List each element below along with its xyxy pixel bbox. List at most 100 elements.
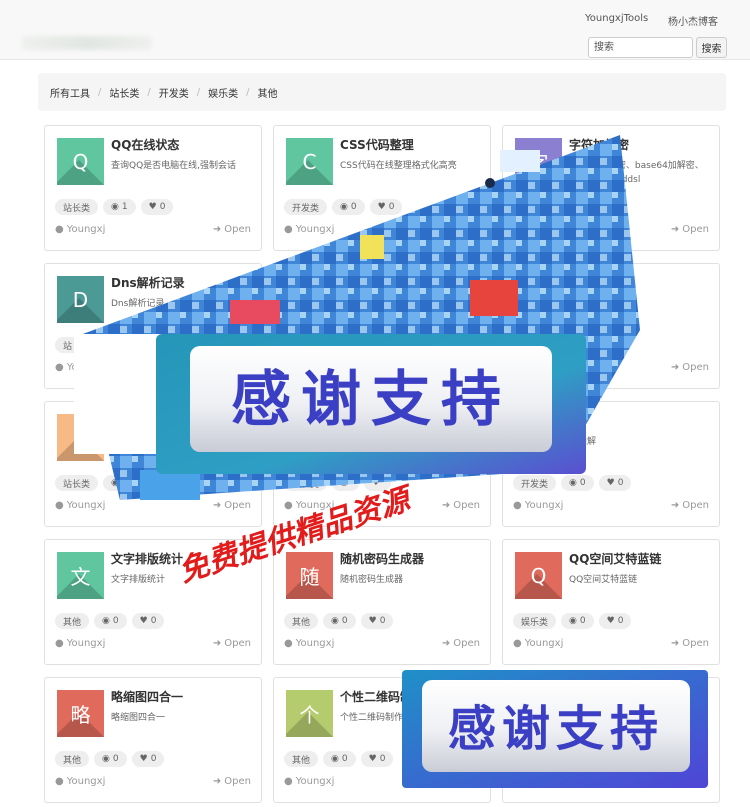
crumb-webmaster[interactable]: 站长类 bbox=[109, 85, 139, 100]
tool-card[interactable]: Q QQ空间艾特蓝链 QQ空间艾特蓝链 娱乐类 ◉ 0 ♥ 0 ● Youngxj ➜ Open bbox=[502, 539, 720, 665]
open-link[interactable]: ➜ Open bbox=[442, 362, 480, 373]
likes-badge[interactable]: ♥ bbox=[116, 337, 144, 353]
open-link[interactable]: ➜ Open bbox=[671, 776, 709, 787]
category-badge[interactable]: 其他 bbox=[55, 751, 90, 767]
open-link[interactable]: ➜ Open bbox=[671, 224, 709, 235]
tool-card[interactable]: 个个性二维码制 个性二维码制作 其他 ◉ 0 ♥ 0 ● Youngxj ➜ Open bbox=[273, 677, 491, 803]
author-link[interactable]: ● Youngxj bbox=[513, 224, 563, 235]
crumb-all-tools[interactable]: 所有工具 bbox=[50, 85, 90, 100]
author-link[interactable]: ● Youngxj bbox=[513, 776, 563, 787]
author-link[interactable]: ● Youngxj bbox=[55, 500, 105, 511]
category-badge[interactable]: 站长类 bbox=[284, 475, 328, 491]
open-link[interactable]: ➜ Open bbox=[442, 776, 480, 787]
tool-icon-tile: 字 bbox=[515, 138, 562, 185]
likes-badge[interactable]: ♥ bbox=[565, 751, 593, 767]
open-link[interactable]: ➜ Open bbox=[213, 224, 251, 235]
tool-card[interactable]: 缩和解 开发类 ◉ 0 ♥ 0 ● Youngxj ➜ Open bbox=[502, 401, 720, 527]
likes-badge[interactable]: ♥ bbox=[336, 337, 364, 353]
category-badge[interactable]: 站 bbox=[55, 337, 81, 353]
tool-title[interactable]: QQ在线状态 bbox=[111, 136, 179, 153]
tool-card[interactable]: Q QQ在线状态 查询QQ是否电脑在线,强制会话 站长类 ◉ 1 ♥ 0 ● Youngxj ➜ Op… bbox=[44, 125, 262, 251]
likes-badge[interactable]: ♥ bbox=[140, 475, 168, 491]
tool-title[interactable]: 音 bbox=[569, 274, 581, 291]
open-link[interactable]: ➜ Open bbox=[213, 500, 251, 511]
category-badge[interactable]: 站长类 bbox=[55, 199, 99, 215]
category-badge[interactable]: 其他 bbox=[284, 751, 319, 767]
tool-title[interactable]: Dns解析记录 bbox=[111, 274, 185, 291]
likes-badge[interactable]: ♥ 0 bbox=[571, 199, 605, 215]
author-link[interactable]: ● Youngxj bbox=[55, 362, 105, 373]
category-badge[interactable]: 开发类 bbox=[284, 199, 328, 215]
author-link[interactable]: ● Youngxj bbox=[55, 224, 105, 235]
tool-card[interactable]: 站长类 ◉ 1 ♥ ● Youngxj ➜ Open bbox=[44, 401, 262, 527]
tool-title[interactable]: 字符加解密 bbox=[569, 136, 629, 153]
likes-badge[interactable]: ♥ 0 bbox=[360, 613, 394, 629]
author-link[interactable]: ● Youngxj bbox=[55, 776, 105, 787]
tool-title[interactable]: CSS代码整理 bbox=[340, 136, 414, 153]
tool-title[interactable]: 个性二维码制 bbox=[340, 688, 412, 705]
category-badge[interactable]: 站长类 bbox=[55, 475, 99, 491]
likes-badge[interactable]: ♥ 0 bbox=[598, 475, 632, 491]
open-link[interactable]: ➜ Open bbox=[213, 638, 251, 649]
tool-card[interactable]: 随随机密码生成器 随机密码生成器 其他 ◉ 0 ♥ 0 ● Youngxj ➜ Open bbox=[273, 539, 491, 665]
crumb-other[interactable]: 其他 bbox=[258, 85, 278, 100]
search-button[interactable]: 搜索 bbox=[696, 37, 727, 58]
author-link[interactable]: ● Youngxj bbox=[284, 638, 334, 649]
user-icon: ● bbox=[55, 500, 64, 511]
author-link[interactable]: ● Youngxj bbox=[284, 500, 334, 511]
nav-link-tools[interactable]: YoungxjTools bbox=[585, 13, 648, 24]
tool-title[interactable]: 文字排版统计 bbox=[111, 550, 183, 567]
category-badge[interactable] bbox=[513, 337, 529, 353]
search-input[interactable] bbox=[588, 37, 693, 58]
tool-tags: ◉ 0 ♥ 0 bbox=[513, 199, 605, 215]
crumb-development[interactable]: 开发类 bbox=[159, 85, 189, 100]
open-link[interactable]: ➜ Open bbox=[442, 638, 480, 649]
tool-card[interactable]: 音 ◉ ♥ ● Youngxj ➜ Open bbox=[502, 263, 720, 389]
author-link[interactable]: ● Youngxj bbox=[513, 500, 563, 511]
open-link[interactable]: ➜ Open bbox=[671, 638, 709, 649]
category-badge[interactable]: 开发类 bbox=[513, 475, 557, 491]
author-link[interactable]: ● Youngxj bbox=[284, 224, 334, 235]
likes-badge[interactable]: ♥ 0 bbox=[140, 199, 174, 215]
tool-description: 随机密码生成器 bbox=[340, 575, 404, 585]
category-badge[interactable] bbox=[513, 751, 529, 767]
tool-card[interactable]: 略略缩图四合一 略缩图四合一 其他 ◉ 0 ♥ 0 ● Youngxj ➜ Open bbox=[44, 677, 262, 803]
open-link[interactable]: ➜ Open bbox=[442, 224, 480, 235]
likes-badge[interactable]: ♥ bbox=[565, 337, 593, 353]
category-badge[interactable] bbox=[513, 199, 529, 215]
category-badge[interactable]: 其他 bbox=[284, 613, 319, 629]
tool-title[interactable]: 略缩图四合一 bbox=[111, 688, 183, 705]
category-badge[interactable] bbox=[284, 337, 300, 353]
author-link[interactable]: ● Youngxj bbox=[284, 362, 334, 373]
open-link[interactable]: ➜ Open bbox=[213, 362, 251, 373]
author-link[interactable]: ● Youngxj bbox=[513, 362, 563, 373]
open-link[interactable]: ➜ Open bbox=[671, 500, 709, 511]
open-link[interactable]: ➜ Open bbox=[213, 776, 251, 787]
user-icon: ● bbox=[55, 776, 64, 787]
tool-card[interactable]: C CSS代码整理 CSS代码在线整理格式化高亮 开发类 ◉ 0 ♥ 0 ● Youngxj ➜ Op… bbox=[273, 125, 491, 251]
category-badge[interactable]: 其他 bbox=[55, 613, 90, 629]
category-badge[interactable]: 娱乐类 bbox=[513, 613, 557, 629]
author-link[interactable]: ● Youngxj bbox=[55, 638, 105, 649]
likes-badge[interactable]: ♥ 0 bbox=[598, 613, 632, 629]
tool-card[interactable]: 站长类 ◉ ♥ ● Youngxj ➜ Open bbox=[273, 401, 491, 527]
tool-card[interactable]: 字字符加解密 支持url加解密、base64加解密、md5加密、addsl ◉ 0 ♥ 0… bbox=[502, 125, 720, 251]
tool-title[interactable]: QQ空间艾特蓝链 bbox=[569, 550, 661, 567]
open-link[interactable]: ➜ Open bbox=[671, 362, 709, 373]
open-link[interactable]: ➜ Open bbox=[442, 500, 480, 511]
site-logo-blurred[interactable] bbox=[22, 36, 152, 50]
likes-badge[interactable]: ♥ 0 bbox=[131, 751, 165, 767]
tool-card[interactable]: ◉ ♥ ● Youngxj ➜ Open bbox=[502, 677, 720, 803]
likes-badge[interactable]: ♥ 0 bbox=[369, 199, 403, 215]
likes-badge[interactable]: ♥ 0 bbox=[360, 751, 394, 767]
tool-card[interactable]: D Dns解析记录 Dns解析记录站 ◉ ♥ ● Youngxj ➜ Open bbox=[44, 263, 262, 389]
nav-link-blog[interactable]: 杨小杰博客 bbox=[668, 13, 718, 28]
author-link[interactable]: ● Youngxj bbox=[284, 776, 334, 787]
tool-title[interactable]: 随机密码生成器 bbox=[340, 550, 424, 567]
likes-badge[interactable]: ♥ bbox=[363, 475, 391, 491]
tool-card[interactable]: 文文字排版统计 文字排版统计 其他 ◉ 0 ♥ 0 ● Youngxj ➜ Open bbox=[44, 539, 262, 665]
crumb-entertainment[interactable]: 娱乐类 bbox=[208, 85, 238, 100]
likes-badge[interactable]: ♥ 0 bbox=[131, 613, 165, 629]
tool-card[interactable]: ◉ ♥ ● Youngxj ➜ Open bbox=[273, 263, 491, 389]
author-link[interactable]: ● Youngxj bbox=[513, 638, 563, 649]
